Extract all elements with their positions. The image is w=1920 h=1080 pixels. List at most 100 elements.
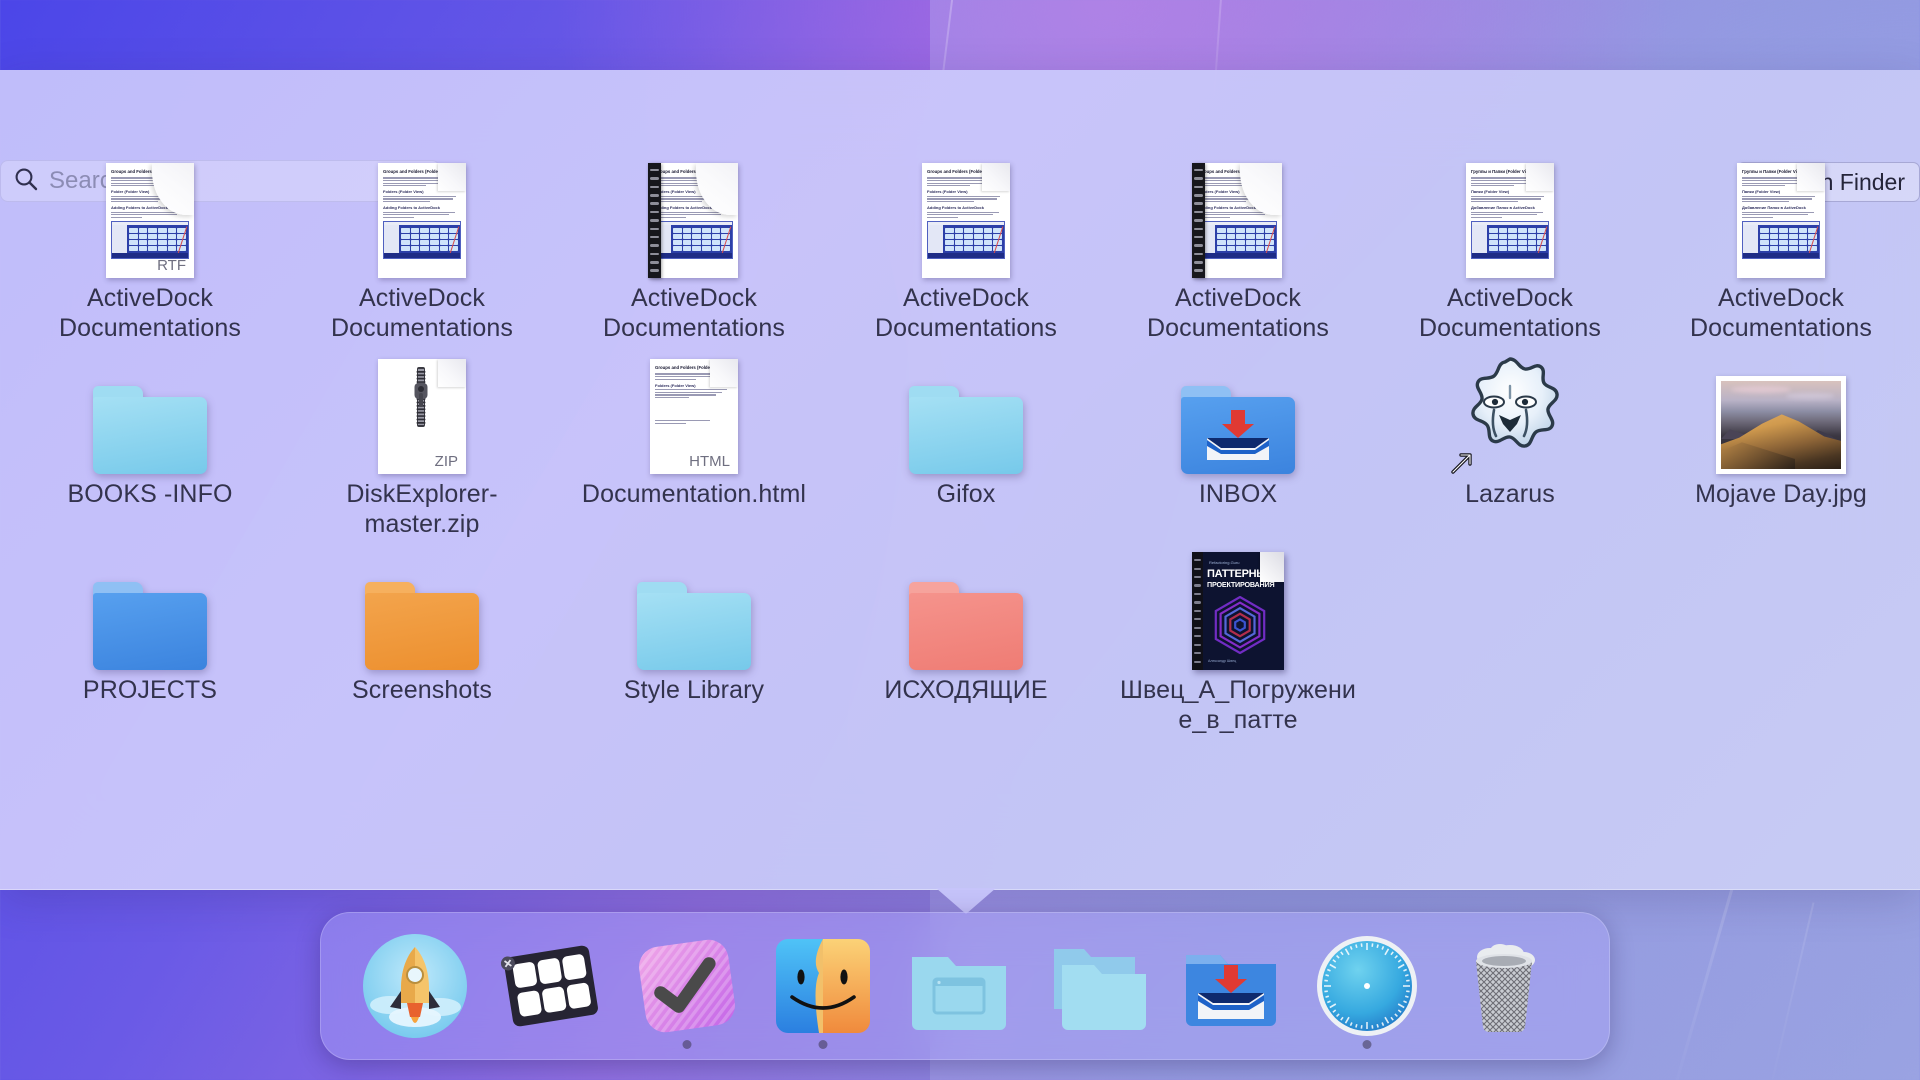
grid-item-label: ActiveDock Documentations xyxy=(58,284,242,342)
grid-item-label: ActiveDock Documentations xyxy=(1146,284,1330,342)
dock-item-inbox[interactable] xyxy=(1163,912,1299,1060)
grid-item[interactable]: PROJECTS xyxy=(25,540,275,706)
grid-item[interactable]: Mojave Day.jpg xyxy=(1656,344,1906,510)
grid-item[interactable]: Groups and Folders (Folder View) Folders … xyxy=(1113,148,1363,343)
book-cover-icon: Refactoring.Guru ПАТТЕРНЫ ПРОЕКТИРОВАНИЯ Ал… xyxy=(1192,552,1284,670)
dock-item-safari[interactable] xyxy=(1299,912,1435,1060)
grid-item-icon[interactable] xyxy=(1173,344,1303,474)
grid-item-icon[interactable]: Groups and Folders (Folder View) Folders … xyxy=(629,344,759,474)
grid-item-icon[interactable]: Groups and Folders (Folder View) Folders … xyxy=(1173,148,1303,278)
grid-item-icon[interactable] xyxy=(1445,344,1575,474)
grid-item[interactable]: Группы и Папки (Folder View) Папки (Folde… xyxy=(1656,148,1906,343)
dock-item-finder[interactable] xyxy=(755,912,891,1060)
grid-item-label: ИСХОДЯЩИЕ xyxy=(884,676,1048,704)
trash-full-icon[interactable] xyxy=(1448,931,1558,1041)
folder-icon xyxy=(365,582,479,670)
wallpaper-streak xyxy=(1767,902,1815,1080)
grid-item-icon[interactable] xyxy=(901,540,1031,670)
grid-item-label: ActiveDock Documentations xyxy=(602,284,786,342)
folder-icon xyxy=(637,582,751,670)
grid-item[interactable]: Groups and Folders (Folder View) Folders … xyxy=(569,148,819,343)
grid-item[interactable]: Groups and Folders (Folder View) Folder (… xyxy=(25,148,275,343)
grid-item-label: Lazarus xyxy=(1465,480,1555,508)
lazarus-gear-cheetah-icon xyxy=(1450,356,1570,474)
grid-item-icon[interactable]: Группы и Папки (Folder View) Папки (Folde… xyxy=(1716,148,1846,278)
grid-item-icon[interactable]: Refactoring.Guru ПАТТЕРНЫ ПРОЕКТИРОВАНИЯ Ал… xyxy=(1173,540,1303,670)
grid-item-label: PROJECTS xyxy=(82,676,218,704)
grid-item[interactable]: Группы и Папки (Folder View) Папки (Folde… xyxy=(1385,148,1635,343)
dock-item-documents[interactable] xyxy=(1027,912,1163,1060)
dock xyxy=(320,912,1610,1060)
grid-item-label: INBOX xyxy=(1198,480,1278,508)
grid-item-label: Gifox xyxy=(936,480,996,508)
document-icon: Groups and Folders (Folder View) Folders … xyxy=(922,163,1010,278)
grid-item[interactable]: Groups and Folders (Folder View) Folders … xyxy=(569,344,819,510)
grid-item-label: Documentation.html xyxy=(581,480,807,508)
grid-item[interactable]: Style Library xyxy=(569,540,819,706)
folder-icon xyxy=(909,386,1023,474)
grid-item-label: Screenshots xyxy=(351,676,493,704)
dock-item-trash[interactable] xyxy=(1435,912,1571,1060)
grid-item-icon[interactable] xyxy=(901,344,1031,474)
running-indicator-dot xyxy=(818,1040,828,1049)
grid-item[interactable]: ZIP DiskExplorer-master.zip xyxy=(297,344,547,539)
things-checkmark-icon[interactable] xyxy=(632,931,742,1041)
grid-item-icon[interactable] xyxy=(357,540,487,670)
activedock-grid-icon[interactable] xyxy=(496,931,606,1041)
spiral-binding xyxy=(648,163,661,278)
grid-item-label: Mojave Day.jpg xyxy=(1695,480,1867,508)
grid-item-label: ActiveDock Documentations xyxy=(1689,284,1873,342)
grid-item-label: ActiveDock Documentations xyxy=(1418,284,1602,342)
grid-item[interactable]: Groups and Folders (Folder View) Folders … xyxy=(297,148,547,343)
grid-item-label: DiskExplorer-master.zip xyxy=(346,480,498,538)
desktop-folder-icon[interactable] xyxy=(904,931,1014,1041)
inbox-folder-icon[interactable] xyxy=(1176,931,1286,1041)
grid-item[interactable]: Screenshots xyxy=(297,540,547,706)
grid-item[interactable]: BOOKS -INFO xyxy=(25,344,275,510)
safari-compass-icon[interactable] xyxy=(1312,931,1422,1041)
wallpaper-streak xyxy=(1668,884,1735,1080)
grid-item-icon[interactable]: Groups and Folders (Folder View) Folder (… xyxy=(85,148,215,278)
grid-item[interactable]: Lazarus xyxy=(1385,344,1635,510)
grid-item-icon[interactable] xyxy=(629,540,759,670)
grid-item-icon[interactable]: Groups and Folders (Folder View) Folders … xyxy=(901,148,1031,278)
folder-icon xyxy=(93,386,207,474)
grid-item-label: ActiveDock Documentations xyxy=(330,284,514,342)
grid-item-label: Style Library xyxy=(623,676,765,704)
grid-item-label: BOOKS -INFO xyxy=(67,480,233,508)
folder-icon xyxy=(909,582,1023,670)
spiral-binding xyxy=(1192,163,1205,278)
documents-stacked-folders-icon[interactable] xyxy=(1040,931,1150,1041)
running-indicator-dot xyxy=(682,1040,692,1049)
dock-item-activedock[interactable] xyxy=(483,912,619,1060)
grid-item-icon[interactable]: Groups and Folders (Folder View) Folders … xyxy=(357,148,487,278)
zip-archive-icon: ZIP xyxy=(378,359,466,474)
rtf-document-icon: Groups and Folders (Folder View) Folder (… xyxy=(106,163,194,278)
grid-item-icon[interactable]: ZIP xyxy=(357,344,487,474)
document-icon: Группы и Папки (Folder View) Папки (Folde… xyxy=(1466,163,1554,278)
grid-item[interactable]: Gifox xyxy=(841,344,1091,510)
grid-item[interactable]: INBOX xyxy=(1113,344,1363,510)
document-icon: Groups and Folders (Folder View) Folders … xyxy=(378,163,466,278)
document-icon: Группы и Папки (Folder View) Папки (Folde… xyxy=(1737,163,1825,278)
dock-item-desktop[interactable] xyxy=(891,912,1027,1060)
popover-toolbar: Open In Finder xyxy=(0,70,1920,202)
grid-item[interactable]: Refactoring.Guru ПАТТЕРНЫ ПРОЕКТИРОВАНИЯ Ал… xyxy=(1113,540,1363,735)
launchpad-rocket-icon[interactable] xyxy=(360,931,470,1041)
spiral-bound-document-icon: Groups and Folders (Folder View) Folders … xyxy=(1192,163,1282,278)
html-document-icon: Groups and Folders (Folder View) Folders … xyxy=(650,359,738,474)
grid-item-icon[interactable]: Группы и Папки (Folder View) Папки (Folde… xyxy=(1445,148,1575,278)
grid-item-icon[interactable] xyxy=(85,344,215,474)
inbox-folder-icon xyxy=(1181,386,1295,474)
grid-item-icon[interactable]: Groups and Folders (Folder View) Folders … xyxy=(629,148,759,278)
dock-item-launchpad[interactable] xyxy=(347,912,483,1060)
grid-item[interactable]: Groups and Folders (Folder View) Folders … xyxy=(841,148,1091,343)
grid-item-label: Швец_А_Погружение_в_патте xyxy=(1119,676,1356,734)
image-thumbnail-icon xyxy=(1716,376,1846,474)
grid-item[interactable]: ИСХОДЯЩИЕ xyxy=(841,540,1091,706)
dock-item-things[interactable] xyxy=(619,912,755,1060)
finder-face-icon[interactable] xyxy=(768,931,878,1041)
spiral-bound-document-icon: Groups and Folders (Folder View) Folders … xyxy=(648,163,738,278)
grid-item-icon[interactable] xyxy=(1716,344,1846,474)
grid-item-icon[interactable] xyxy=(85,540,215,670)
